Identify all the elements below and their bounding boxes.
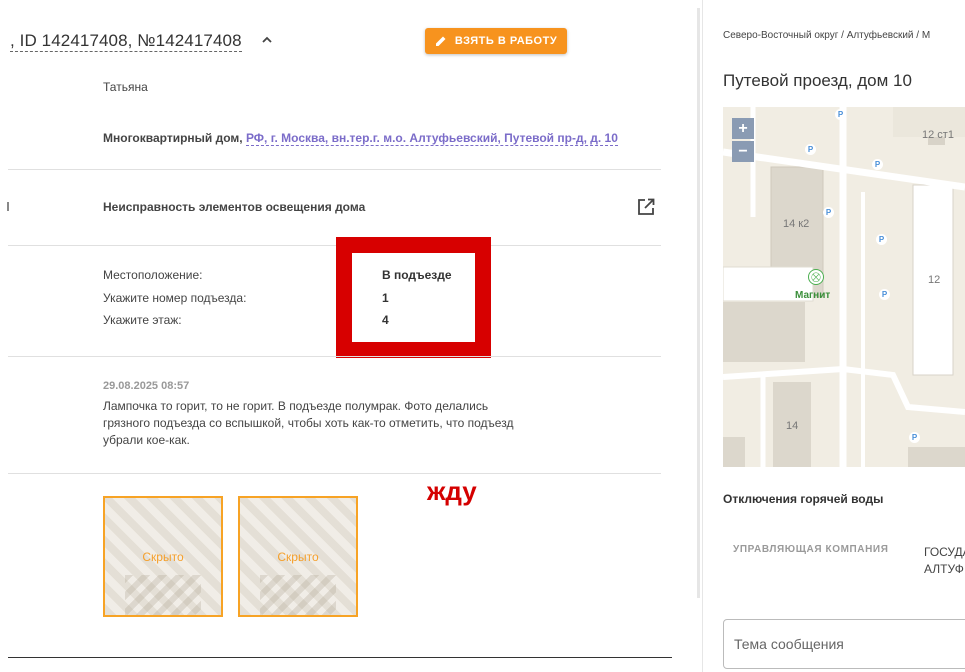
comment-text: Лампочка то горит, то не горит. В подъез…	[103, 399, 514, 447]
open-external-icon[interactable]	[636, 197, 656, 217]
panel-scrollbar[interactable]	[697, 8, 700, 598]
issue-title: Неисправность элементов освещения дома	[103, 200, 366, 214]
divider	[8, 245, 661, 246]
chevron-up-icon[interactable]	[260, 33, 274, 47]
parking-icon: P	[909, 432, 920, 443]
photo-thumbnail[interactable]: Скрыто	[238, 496, 358, 617]
ticket-title[interactable]: , ID 142417408, №142417408	[10, 31, 242, 52]
field-label-floor: Укажите этаж:	[103, 313, 182, 327]
zoom-out-button[interactable]: −	[732, 141, 754, 162]
divider	[8, 657, 672, 658]
map[interactable]: + − 14 к2 12 14 12 ст1 ⛒ Магнит P P P P …	[723, 107, 965, 467]
management-company-value: ГОСУДА АЛТУФ	[924, 544, 965, 578]
map-label-building: 12 ст1	[922, 129, 954, 141]
panel-divider	[702, 0, 703, 672]
management-company-line: ГОСУДА	[924, 545, 965, 559]
map-label-building: 12	[928, 274, 941, 286]
field-label-location: Местоположение:	[103, 268, 203, 282]
map-label-building: 14	[786, 420, 799, 432]
map-label-shop: Магнит	[795, 290, 831, 301]
parking-icon: P	[879, 289, 890, 300]
photo-background	[260, 575, 336, 615]
management-company-line: АЛТУФ	[924, 562, 964, 576]
take-to-work-label: ВЗЯТЬ В РАБОТУ	[454, 35, 558, 47]
shop-icon[interactable]: ⛒	[808, 269, 824, 285]
collapse-marker	[7, 202, 9, 211]
divider	[8, 356, 661, 357]
zoom-in-button[interactable]: +	[732, 118, 754, 139]
applicant-name: Татьяна	[103, 80, 148, 94]
column-header-management-company: УПРАВЛЯЮЩАЯ КОМПАНИЯ	[733, 544, 889, 555]
divider	[8, 169, 661, 170]
map-label-building: 14 к2	[783, 218, 810, 230]
map-canvas	[723, 107, 965, 467]
photo-background	[125, 575, 201, 615]
photo-hidden-label: Скрыто	[142, 549, 184, 564]
field-label-entrance: Укажите номер подъезда:	[103, 291, 247, 305]
take-to-work-button[interactable]: ВЗЯТЬ В РАБОТУ	[425, 28, 567, 54]
place-title: Путевой проезд, дом 10	[723, 71, 912, 90]
pencil-icon	[435, 36, 446, 46]
ticket-panel: , ID 142417408, №142417408 ВЗЯТЬ В РАБОТ…	[0, 0, 695, 672]
annotation-text: жду	[427, 476, 477, 506]
photo-thumbnail[interactable]: Скрыто	[103, 496, 223, 617]
divider	[8, 473, 661, 474]
parking-icon: P	[823, 207, 834, 218]
parking-icon: P	[805, 144, 816, 155]
parking-icon: P	[835, 109, 846, 120]
photo-hidden-label: Скрыто	[277, 549, 319, 564]
address-line: Многоквартирный дом, РФ, г. Москва, вн.т…	[103, 131, 618, 146]
hot-water-title: Отключения горячей воды	[723, 492, 884, 506]
parking-icon: P	[872, 159, 883, 170]
message-subject-input[interactable]: Тема сообщения	[723, 619, 965, 669]
parking-icon: P	[876, 234, 887, 245]
address-link[interactable]: РФ, г. Москва, вн.тер.г. м.о. Алтуфьевск…	[245, 131, 618, 146]
address-label: Многоквартирный дом,	[103, 131, 243, 145]
highlight-box	[336, 237, 491, 358]
breadcrumb: Северо-Восточный округ / Алтуфьевский / …	[723, 30, 931, 41]
comment-date: 29.08.2025 08:57	[103, 380, 190, 392]
